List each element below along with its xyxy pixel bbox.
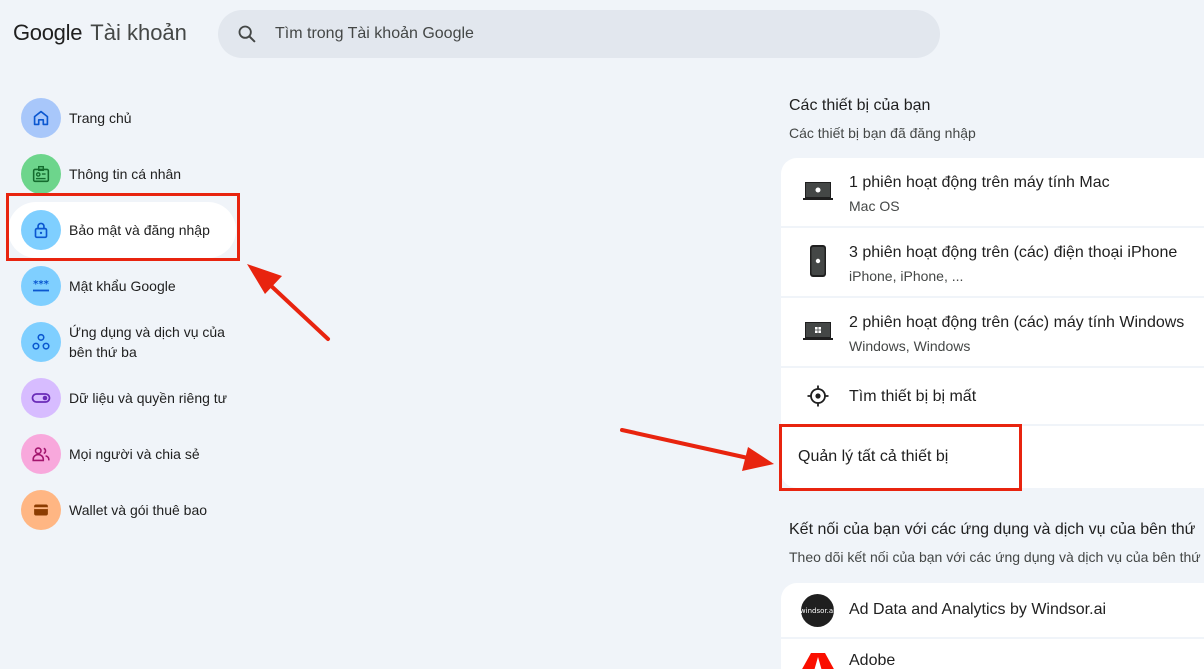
device-row-subtitle: Mac OS: [849, 198, 900, 214]
connections-section-title: Kết nối của bạn với các ứng dụng và dịch…: [789, 521, 1196, 538]
find-lost-device-row[interactable]: Tìm thiết bị bị mất: [781, 368, 1204, 426]
iphone-icon: [803, 245, 833, 277]
home-icon: [21, 98, 61, 138]
connection-row-title: Ad Data and Analytics by Windsor.ai: [849, 601, 1107, 618]
windsor-logo-icon: windsor.ai: [800, 594, 835, 627]
nav-label: Trang chủ: [69, 110, 132, 126]
connection-row-adobe[interactable]: Adobe: [781, 639, 1204, 669]
toggle-icon: [21, 378, 61, 418]
devices-section-subtitle: Các thiết bị bạn đã đăng nhập: [789, 125, 976, 141]
devices-card: 1 phiên hoạt động trên máy tính Mac Mac …: [781, 158, 1204, 488]
people-icon: [21, 434, 61, 474]
laptop-windows-icon: [803, 316, 833, 346]
device-row-title: 1 phiên hoạt động trên máy tính Mac: [849, 174, 1110, 191]
nav-label: Bảo mật và đăng nhập: [69, 222, 210, 238]
nav-item-security[interactable]: Bảo mật và đăng nhập: [8, 202, 236, 258]
device-row-title: 3 phiên hoạt động trên (các) điện thoại …: [849, 244, 1178, 261]
nav-item-third-party-apps[interactable]: Ứng dụng và dịch vụ của bên thứ ba: [0, 314, 240, 370]
nav-label: Mọi người và chia sẻ: [69, 446, 200, 462]
laptop-mac-icon: [803, 176, 833, 206]
logo-google-text: Google: [13, 20, 83, 45]
apps-icon: [21, 322, 61, 362]
logo-account-text: Tài khoản: [90, 20, 187, 45]
nav-item-wallet[interactable]: Wallet và gói thuê bao: [0, 482, 240, 538]
nav-label: Ứng dụng và dịch vụ của bên thứ ba: [69, 324, 225, 360]
nav-label: Mật khẩu Google: [69, 278, 176, 294]
target-icon: [803, 381, 833, 411]
id-card-icon: [21, 154, 61, 194]
wallet-icon: [21, 490, 61, 530]
search-box[interactable]: [218, 10, 940, 58]
nav-item-home[interactable]: Trang chủ: [0, 90, 240, 146]
connections-section-subtitle: Theo dõi kết nối của bạn với các ứng dụn…: [789, 549, 1201, 565]
nav-item-people-sharing[interactable]: Mọi người và chia sẻ: [0, 426, 240, 482]
nav-label: Thông tin cá nhân: [69, 166, 182, 182]
google-account-logo[interactable]: Google Tài khoản: [13, 20, 187, 46]
nav-item-passwords[interactable]: *** Mật khẩu Google: [0, 258, 240, 314]
arrow-to-security: [247, 264, 330, 341]
arrow-to-manage-devices: [620, 428, 774, 471]
svg-text:***: ***: [33, 279, 49, 290]
password-icon: ***: [21, 266, 61, 306]
device-row-title: 2 phiên hoạt động trên (các) máy tính Wi…: [849, 314, 1185, 331]
search-input[interactable]: [275, 22, 915, 46]
device-row-windows[interactable]: 2 phiên hoạt động trên (các) máy tính Wi…: [781, 298, 1204, 368]
header-bar: Google Tài khoản: [0, 0, 1204, 66]
connection-row-title: Adobe: [849, 652, 896, 669]
connections-card: windsor.ai Ad Data and Analytics by Wind…: [781, 583, 1204, 669]
device-row-mac[interactable]: 1 phiên hoạt động trên máy tính Mac Mac …: [781, 158, 1204, 228]
manage-all-devices-label: Quản lý tất cả thiết bị: [798, 448, 949, 465]
nav-item-personal-info[interactable]: Thông tin cá nhân: [0, 146, 240, 202]
adobe-logo-icon: [801, 651, 835, 669]
device-row-iphone[interactable]: 3 phiên hoạt động trên (các) điện thoại …: [781, 228, 1204, 298]
find-lost-device-label: Tìm thiết bị bị mất: [849, 388, 977, 405]
device-row-subtitle: iPhone, iPhone, ...: [849, 268, 964, 284]
nav-label: Dữ liệu và quyền riêng tư: [69, 390, 228, 406]
device-row-subtitle: Windows, Windows: [849, 338, 971, 354]
manage-all-devices-link[interactable]: Quản lý tất cả thiết bị: [781, 426, 1204, 486]
devices-section-title: Các thiết bị của bạn: [789, 97, 931, 114]
nav-label: Wallet và gói thuê bao: [69, 502, 208, 518]
search-icon[interactable]: [236, 23, 258, 45]
connection-row-windsor[interactable]: windsor.ai Ad Data and Analytics by Wind…: [781, 583, 1204, 639]
lock-icon: [21, 210, 61, 250]
nav-item-data-privacy[interactable]: Dữ liệu và quyền riêng tư: [0, 370, 240, 426]
